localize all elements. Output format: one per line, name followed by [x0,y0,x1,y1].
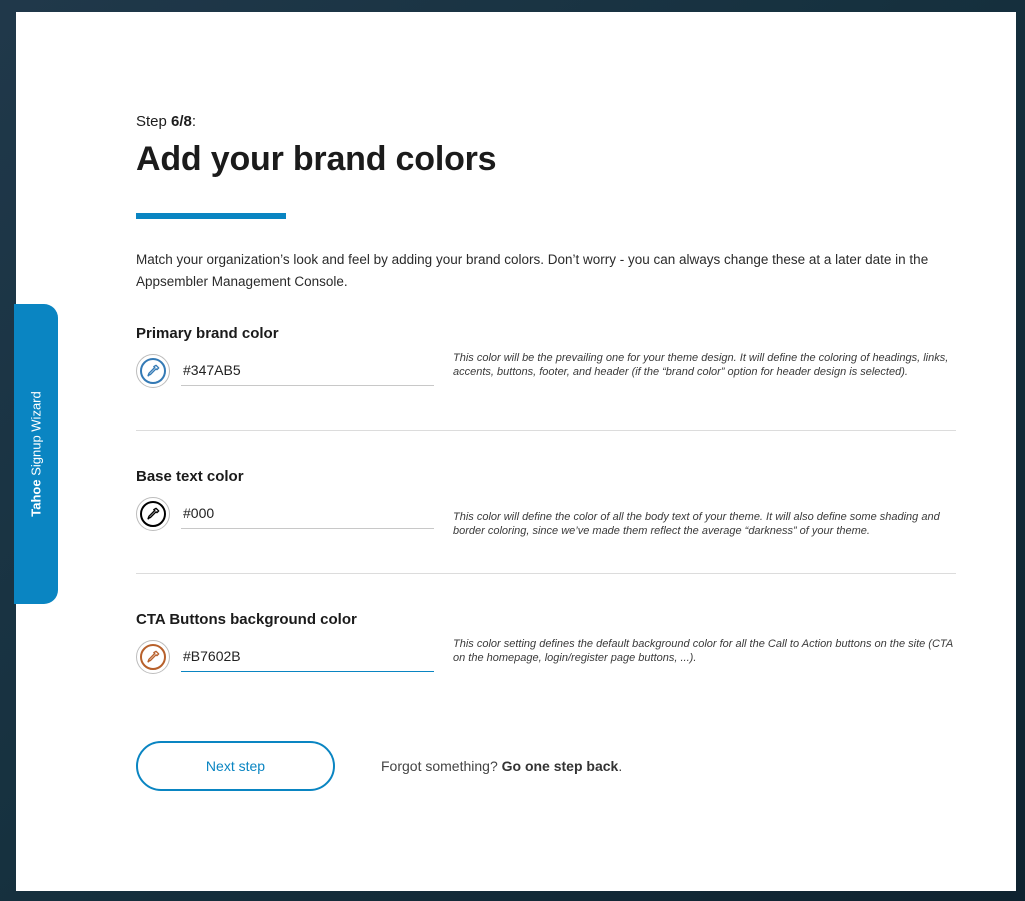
base-text-color-input[interactable] [181,497,434,529]
eyedropper-icon [147,507,160,520]
base-text-color-hint: This color will define the color of all … [453,511,940,537]
tab-brand: Tahoe [28,479,44,517]
go-back-suffix: . [618,758,623,774]
cta-color-picker[interactable] [136,640,170,674]
cta-color-hint: This color setting defines the default b… [453,638,953,664]
primary-color-label: Primary brand color [136,325,279,342]
eyedropper-icon [147,650,160,663]
title-underline [136,213,286,219]
signup-wizard-tab-label: Tahoe Signup Wizard [29,391,44,516]
intro-text: Match your organization’s look and feel … [136,252,929,289]
step-prefix: Step [136,113,172,130]
primary-color-picker[interactable] [136,354,170,388]
base-text-color-label: Base text color [136,468,244,485]
base-text-color-picker[interactable] [136,497,170,531]
tab-rest: Signup Wizard [28,391,44,480]
cta-color-input[interactable] [181,640,434,672]
next-step-button[interactable]: Next step [136,741,335,791]
primary-color-hint: This color will be the prevailing one fo… [453,352,949,378]
step-suffix: : [191,113,197,130]
base-text-swatch-fill [140,501,166,527]
eyedropper-icon [147,364,160,377]
section-divider [136,430,956,431]
go-back-prefix: Forgot something? [381,758,502,774]
section-divider [136,573,956,574]
step-current: 6/8 [171,113,192,130]
wizard-card: Step 6/8: Add your brand colors Match yo… [16,12,1016,891]
step-indicator: Step 6/8: [136,113,196,130]
signup-wizard-tab[interactable]: Tahoe Signup Wizard [14,304,58,604]
go-back-text: Forgot something? Go one step back. [381,758,622,774]
go-back-link[interactable]: Go one step back [502,758,619,774]
cta-swatch-fill [140,644,166,670]
primary-swatch-fill [140,358,166,384]
cta-color-label: CTA Buttons background color [136,611,357,628]
page-title: Add your brand colors [136,140,497,178]
primary-color-input[interactable] [181,354,434,386]
